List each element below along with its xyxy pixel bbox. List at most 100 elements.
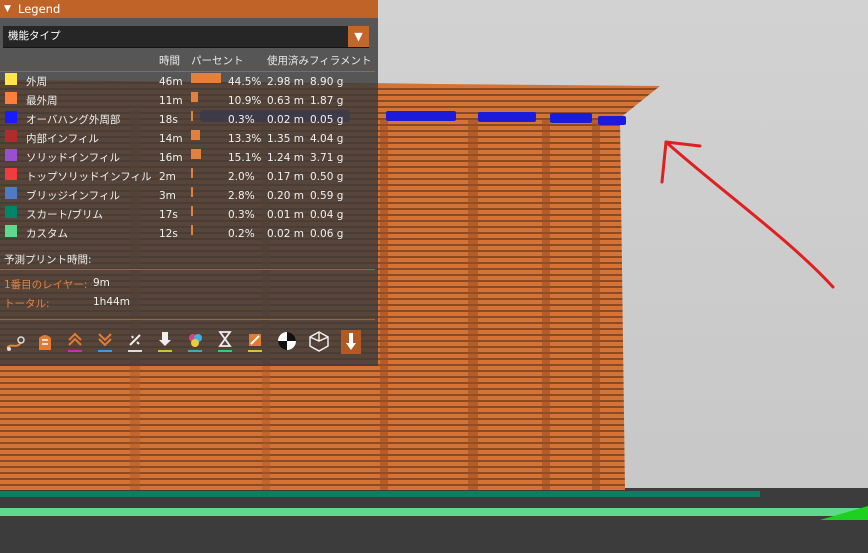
seams-icon[interactable] (123, 328, 147, 356)
overhang-3 (550, 113, 592, 123)
feature-name: 外周 (26, 76, 47, 88)
view-type-value: 機能タイプ (8, 30, 61, 42)
percent-bar (191, 149, 202, 159)
retractions-icon[interactable] (63, 328, 87, 356)
length-value: 1.35 m (267, 133, 304, 145)
time-value: 2m (159, 171, 176, 183)
total-label: トータル: (4, 298, 50, 310)
legend-row[interactable]: トップソリッドインフィル 2m 2.0% 0.17 m 0.50 g (0, 168, 378, 187)
legend-row[interactable]: 最外周 11m 10.9% 0.63 m 1.87 g (0, 92, 378, 111)
weight-value: 3.71 g (310, 152, 344, 164)
overhang-1 (386, 111, 456, 121)
feature-name: トップソリッドインフィル (26, 171, 152, 183)
length-value: 1.24 m (267, 152, 304, 164)
percent-value: 13.3% (228, 133, 262, 145)
legend-row[interactable]: オーバハング外周部 18s 0.3% 0.02 m 0.05 g (0, 111, 378, 130)
divider (0, 269, 375, 270)
length-value: 0.02 m (267, 228, 304, 240)
color-changes-icon[interactable] (183, 328, 207, 356)
percent-bar (191, 111, 193, 121)
col-filament: 使用済みフィラメント (267, 55, 372, 67)
percent-value: 0.3% (228, 209, 255, 221)
length-value: 0.20 m (267, 190, 304, 202)
legend-header[interactable]: ▼ Legend (0, 0, 378, 18)
time-value: 46m (159, 76, 183, 88)
divider (0, 319, 375, 320)
percent-value: 0.3% (228, 114, 255, 126)
length-value: 0.63 m (267, 95, 304, 107)
legend-title: Legend (18, 2, 61, 16)
deretractions-icon[interactable] (93, 328, 117, 356)
legend-panel: ▼ Legend 機能タイプ ▼ 時間 パーセント 使用済みフィラメント 外周 4… (0, 0, 378, 366)
weight-value: 0.05 g (310, 114, 344, 126)
col-percent: パーセント (191, 55, 244, 67)
center-of-gravity-icon[interactable] (275, 328, 299, 356)
overhang-2 (478, 112, 536, 122)
color-swatch (5, 168, 17, 180)
length-value: 0.17 m (267, 171, 304, 183)
total-value: 1h44m (93, 296, 130, 308)
tool-changes-icon[interactable] (153, 328, 177, 356)
percent-bar (191, 168, 193, 178)
shells-icon[interactable] (307, 328, 331, 356)
percent-value: 2.0% (228, 171, 255, 183)
time-value: 16m (159, 152, 183, 164)
weight-value: 0.04 g (310, 209, 344, 221)
time-value: 18s (159, 114, 178, 126)
color-swatch (5, 187, 17, 199)
legend-row[interactable]: カスタム 12s 0.2% 0.02 m 0.06 g (0, 225, 378, 244)
percent-bar (191, 92, 199, 102)
percent-bar (191, 206, 193, 216)
print-bed (0, 488, 868, 553)
first-layer-value: 9m (93, 277, 110, 289)
feature-name: 内部インフィル (26, 133, 99, 145)
feature-name: ブリッジインフィル (26, 190, 120, 202)
color-swatch (5, 92, 17, 104)
divider (0, 71, 375, 72)
legend-toolbar (3, 328, 373, 356)
wipe-icon[interactable] (33, 328, 57, 356)
feature-name: ソリッドインフィル (26, 152, 120, 164)
pause-prints-icon[interactable] (213, 328, 237, 356)
percent-value: 2.8% (228, 190, 255, 202)
feature-name: オーバハング外周部 (26, 114, 121, 126)
legend-row[interactable]: スカート/ブリム 17s 0.3% 0.01 m 0.04 g (0, 206, 378, 225)
weight-value: 0.50 g (310, 171, 344, 183)
custom-gcodes-icon[interactable] (243, 328, 267, 356)
tool-marker-icon[interactable] (339, 328, 363, 356)
color-swatch (5, 225, 17, 237)
time-value: 17s (159, 209, 178, 221)
custom-line (0, 508, 868, 516)
travel-icon[interactable] (3, 328, 27, 356)
legend-row[interactable]: 内部インフィル 14m 13.3% 1.35 m 4.04 g (0, 130, 378, 149)
weight-value: 0.06 g (310, 228, 344, 240)
first-layer-label: 1番目のレイヤー: (4, 279, 88, 291)
weight-value: 4.04 g (310, 133, 344, 145)
feature-name: スカート/ブリム (26, 209, 104, 221)
weight-value: 0.59 g (310, 190, 344, 202)
collapse-triangle-icon[interactable]: ▼ (4, 0, 11, 18)
percent-value: 0.2% (228, 228, 255, 240)
percent-bar (191, 225, 193, 235)
col-time: 時間 (159, 55, 180, 67)
overhang-4 (598, 116, 626, 125)
percent-bar (191, 73, 221, 83)
time-value: 12s (159, 228, 178, 240)
color-swatch (5, 73, 17, 85)
percent-bar (191, 130, 200, 140)
skirt-line (0, 491, 760, 497)
percent-value: 10.9% (228, 95, 262, 107)
percent-bar (191, 187, 193, 197)
time-value: 3m (159, 190, 176, 202)
time-value: 14m (159, 133, 183, 145)
color-swatch (5, 149, 17, 161)
percent-value: 15.1% (228, 152, 262, 164)
color-swatch (5, 111, 17, 123)
legend-row[interactable]: ブリッジインフィル 3m 2.8% 0.20 m 0.59 g (0, 187, 378, 206)
feature-name: 最外周 (26, 95, 58, 107)
dropdown-arrow-icon[interactable]: ▼ (348, 26, 369, 47)
legend-row[interactable]: 外周 46m 44.5% 2.98 m 8.90 g (0, 73, 378, 92)
legend-row[interactable]: ソリッドインフィル 16m 15.1% 1.24 m 3.71 g (0, 149, 378, 168)
feature-name: カスタム (26, 228, 68, 240)
view-type-select[interactable]: 機能タイプ ▼ (3, 26, 369, 48)
